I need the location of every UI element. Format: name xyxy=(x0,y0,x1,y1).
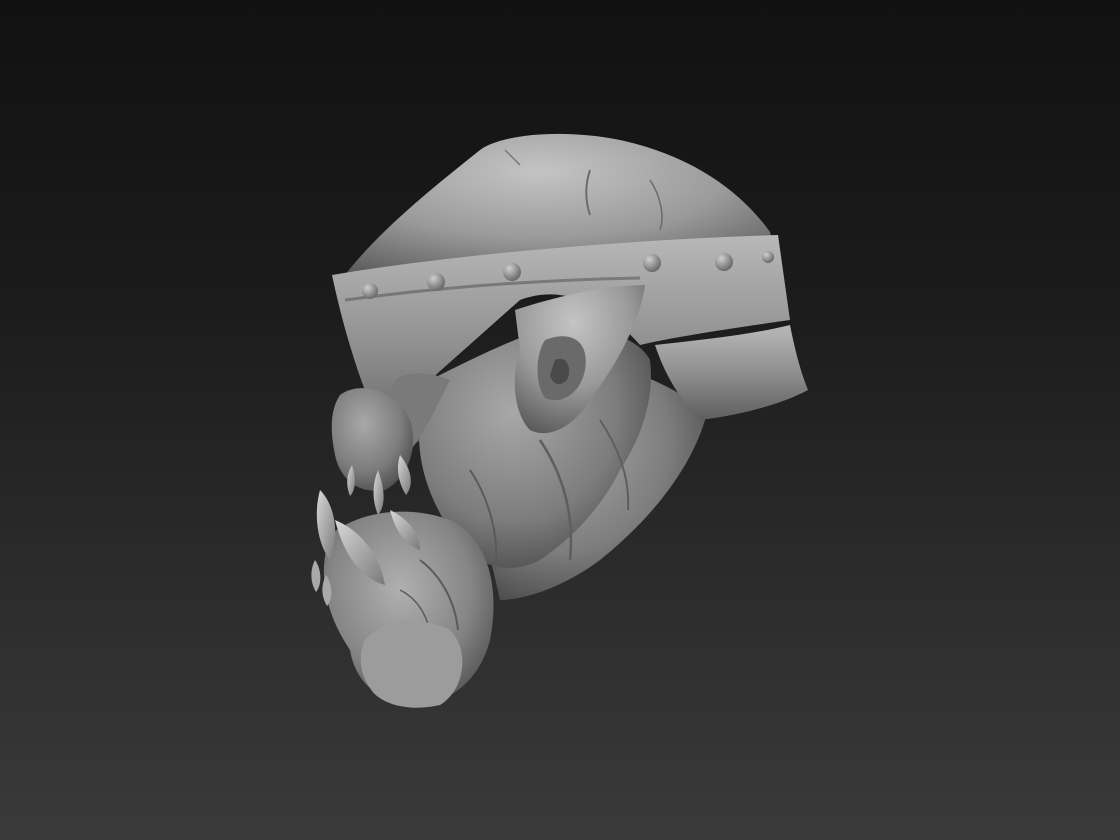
orc-head-sculpt xyxy=(311,133,808,708)
sculpt-viewport[interactable] xyxy=(0,0,1120,840)
chin xyxy=(360,621,463,708)
lower-tusk-1 xyxy=(316,490,336,560)
